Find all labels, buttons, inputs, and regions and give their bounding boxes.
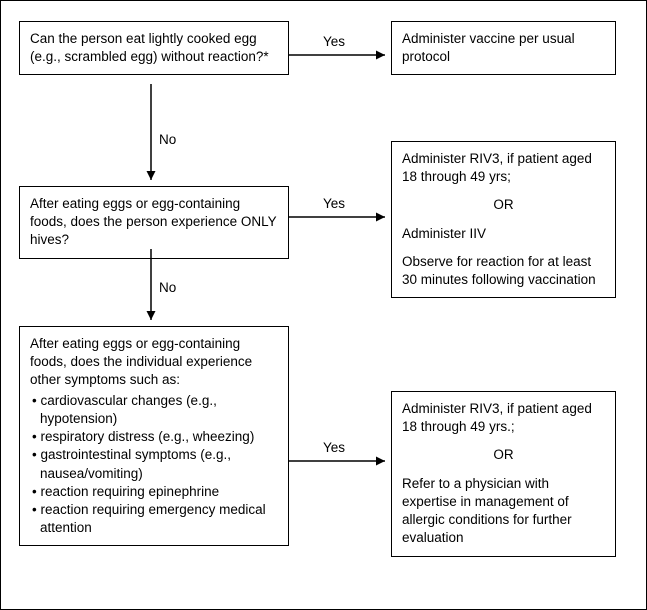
answer-1-text: Administer vaccine per usual protocol [402,31,575,64]
question-1-box: Can the person eat lightly cooked egg (e… [19,21,289,75]
arrow-q1-q2 [145,84,157,186]
answer-2-line2: Administer IIV [402,225,605,243]
flowchart-frame: Can the person eat lightly cooked egg (e… [0,0,647,610]
bullet-item: reaction requiring epinephrine [30,483,278,501]
label-yes-2: Yes [323,195,345,213]
label-no-2: No [159,279,176,297]
question-2-box: After eating eggs or egg-containing food… [19,186,289,259]
answer-2-line1: Administer RIV3, if patient aged 18 thro… [402,150,605,186]
bullet-item: cardiovascular changes (e.g., hypotensio… [30,392,278,428]
answer-3-line2: Refer to a physician with expertise in m… [402,475,605,548]
label-yes-1: Yes [323,33,345,51]
question-2-text: After eating eggs or egg-containing food… [30,196,276,247]
bullet-item: gastrointestinal symptoms (e.g., nausea/… [30,446,278,482]
answer-2-box: Administer RIV3, if patient aged 18 thro… [391,141,616,298]
answer-3-line1: Administer RIV3, if patient aged 18 thro… [402,400,605,436]
question-3-bullets: cardiovascular changes (e.g., hypotensio… [30,392,278,538]
question-3-box: After eating eggs or egg-containing food… [19,326,289,546]
answer-2-line3: Observe for reaction for at least 30 min… [402,253,605,289]
answer-3-or: OR [402,446,605,464]
label-yes-3: Yes [323,439,345,457]
label-no-1: No [159,131,176,149]
answer-3-box: Administer RIV3, if patient aged 18 thro… [391,391,616,557]
bullet-item: respiratory distress (e.g., wheezing) [30,428,278,446]
question-1-text: Can the person eat lightly cooked egg (e… [30,31,269,64]
bullet-item: reaction requiring emergency medical att… [30,501,278,537]
question-3-intro: After eating eggs or egg-containing food… [30,335,278,390]
answer-1-box: Administer vaccine per usual protocol [391,21,616,75]
arrow-q2-q3 [145,249,157,326]
answer-2-or: OR [402,196,605,214]
